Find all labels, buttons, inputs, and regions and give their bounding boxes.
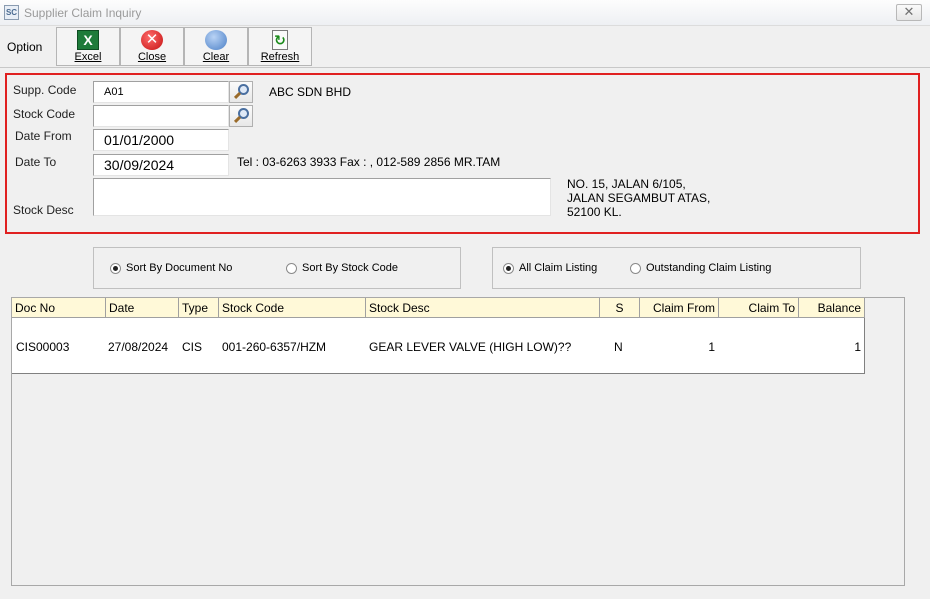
- stock-code-lookup-button[interactable]: [229, 105, 253, 127]
- supplier-address: NO. 15, JALAN 6/105, JALAN SEGAMBUT ATAS…: [567, 177, 710, 219]
- clear-button[interactable]: Clear: [184, 27, 248, 66]
- sort-by-stock-radio[interactable]: Sort By Stock Code: [286, 262, 398, 274]
- sort-option-group: Sort By Document No Sort By Stock Code: [93, 247, 461, 289]
- close-button-label: Close: [137, 51, 167, 63]
- option-label: Option: [7, 40, 43, 54]
- refresh-button-label: Refresh: [260, 51, 300, 63]
- outstanding-claim-label: Outstanding Claim Listing: [646, 262, 772, 274]
- outstanding-claim-radio[interactable]: Outstanding Claim Listing: [630, 262, 771, 274]
- refresh-button[interactable]: ↻ Refresh: [248, 27, 312, 66]
- supplier-contact: Tel : 03-6263 3933 Fax : , 012-589 2856 …: [237, 155, 501, 169]
- sort-by-stock-label: Sort By Stock Code: [302, 262, 398, 274]
- cell-date: 27/08/2024: [108, 340, 169, 354]
- supp-code-input[interactable]: A01: [93, 81, 229, 103]
- supplier-name: ABC SDN BHD: [269, 85, 352, 99]
- refresh-icon: ↻: [272, 30, 288, 50]
- title-bar: SC Supplier Claim Inquiry ✕: [0, 0, 930, 26]
- col-header-balance[interactable]: Balance: [799, 298, 865, 318]
- stock-desc-label: Stock Desc: [13, 203, 74, 217]
- address-line-1: NO. 15, JALAN 6/105,: [567, 177, 686, 191]
- cell-stock-code: 001-260-6357/HZM: [222, 340, 327, 354]
- radio-unselected-icon: [630, 262, 641, 274]
- date-to-label: Date To: [15, 155, 57, 169]
- stock-code-label: Stock Code: [13, 107, 76, 121]
- listing-option-group: All Claim Listing Outstanding Claim List…: [492, 247, 861, 289]
- address-line-3: 52100 KL.: [567, 205, 622, 219]
- col-header-doc-no[interactable]: Doc No: [12, 298, 106, 318]
- toolbar: Option X Excel ✕ Close Clear ↻ Refresh: [0, 26, 930, 68]
- all-claim-radio[interactable]: All Claim Listing: [503, 262, 597, 274]
- address-line-2: JALAN SEGAMBUT ATAS,: [567, 191, 711, 205]
- stock-desc-field[interactable]: [93, 178, 551, 216]
- date-from-input[interactable]: 01/01/2000: [93, 129, 229, 151]
- radio-selected-icon: [503, 262, 514, 274]
- date-from-label: Date From: [15, 129, 72, 143]
- magnifier-handle: [233, 91, 242, 100]
- cell-s: N: [614, 340, 623, 354]
- radio-selected-icon: [110, 262, 121, 274]
- supp-code-label: Supp. Code: [13, 83, 77, 97]
- sort-by-document-radio[interactable]: Sort By Document No: [110, 262, 232, 274]
- magnifier-handle: [233, 115, 242, 124]
- close-circle-icon: ✕: [141, 30, 163, 50]
- radio-unselected-icon: [286, 262, 297, 274]
- col-header-stock-desc[interactable]: Stock Desc: [366, 298, 600, 318]
- col-header-stock-code[interactable]: Stock Code: [219, 298, 366, 318]
- window-close-button[interactable]: ✕: [896, 4, 922, 21]
- excel-button-label: Excel: [74, 51, 102, 63]
- col-header-date[interactable]: Date: [106, 298, 179, 318]
- cell-stock-desc: GEAR LEVER VALVE (HIGH LOW)??: [369, 340, 572, 354]
- col-header-claim-from[interactable]: Claim From: [640, 298, 719, 318]
- close-button[interactable]: ✕ Close: [120, 27, 184, 66]
- window-title: Supplier Claim Inquiry: [24, 6, 142, 20]
- cell-claim-from: 1: [708, 340, 715, 354]
- clear-button-label: Clear: [202, 51, 230, 63]
- claim-grid: Doc No Date Type Stock Code Stock Desc S…: [12, 298, 865, 374]
- clear-icon: [205, 30, 227, 50]
- excel-button[interactable]: X Excel: [56, 27, 120, 66]
- excel-icon: X: [77, 30, 99, 50]
- supp-code-lookup-button[interactable]: [229, 81, 253, 103]
- all-claim-label: All Claim Listing: [519, 262, 598, 274]
- col-header-type[interactable]: Type: [179, 298, 219, 318]
- cell-type: CIS: [182, 340, 203, 354]
- claim-grid-container: Doc No Date Type Stock Code Stock Desc S…: [11, 297, 905, 586]
- search-criteria-panel: Supp. Code A01 ABC SDN BHD Stock Code Da…: [5, 73, 920, 234]
- cell-doc-no: CIS00003: [16, 340, 70, 354]
- cell-balance: 1: [854, 340, 861, 354]
- sort-by-document-label: Sort By Document No: [126, 262, 233, 274]
- supplier-claim-inquiry-window: SC Supplier Claim Inquiry ✕ Option X Exc…: [0, 0, 930, 599]
- col-header-claim-to[interactable]: Claim To: [719, 298, 799, 318]
- stock-code-input[interactable]: [93, 105, 229, 127]
- col-header-s[interactable]: S: [600, 298, 640, 318]
- date-to-input[interactable]: 30/09/2024: [93, 154, 229, 176]
- app-icon: SC: [4, 5, 19, 20]
